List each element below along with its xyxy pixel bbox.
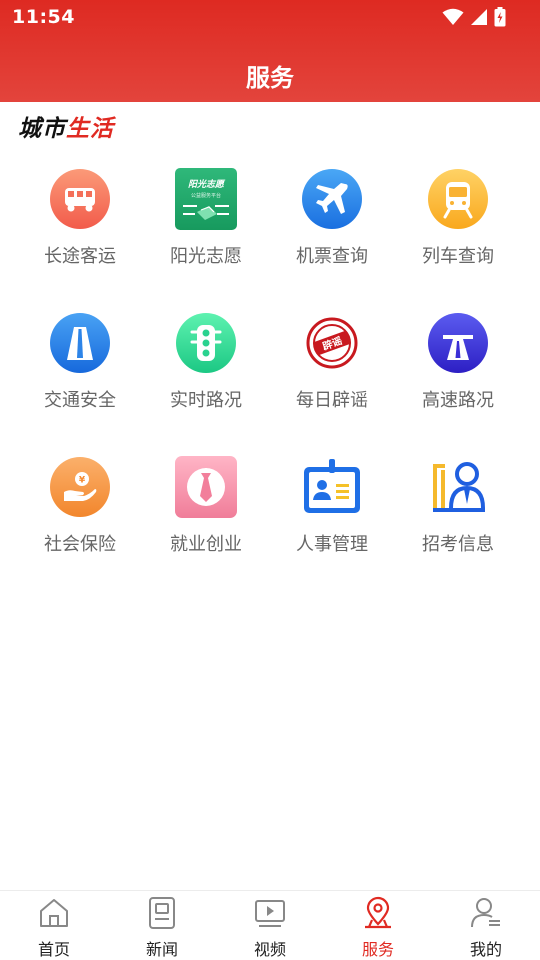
sunshine-volunteer-icon: 阳光志愿 公益服务平台 — [175, 168, 237, 230]
service-label: 高速路况 — [422, 390, 494, 411]
bus-icon — [49, 168, 111, 230]
service-label: 交通安全 — [44, 390, 116, 411]
news-icon — [144, 896, 180, 930]
nav-label: 新闻 — [145, 940, 178, 959]
service-employment[interactable]: 就业创业 — [143, 456, 269, 596]
status-icons — [442, 7, 506, 27]
signal-icon — [471, 9, 487, 25]
insurance-hand-icon: ¥ — [49, 456, 111, 518]
video-icon — [252, 896, 288, 930]
service-social-insurance[interactable]: ¥ 社会保险 — [17, 456, 143, 596]
rumor-stamp-icon: 辟谣 — [301, 312, 363, 374]
logo-part-2: 生活 — [66, 116, 114, 142]
service-label: 社会保险 — [44, 534, 116, 555]
highway-icon — [427, 312, 489, 374]
service-label: 招考信息 — [422, 534, 494, 555]
app-header: 11:54 服务 — [0, 0, 540, 102]
badge-subtitle: 公益服务平台 — [191, 192, 221, 199]
nav-home[interactable]: 首页 — [0, 891, 108, 960]
id-card-icon — [301, 456, 363, 518]
nav-service[interactable]: 服务 — [324, 891, 432, 960]
status-time: 11:54 — [12, 6, 75, 28]
service-label: 阳光志愿 — [170, 246, 242, 267]
service-label: 机票查询 — [296, 246, 368, 267]
service-flight-search[interactable]: 机票查询 — [269, 168, 395, 312]
service-label: 实时路况 — [170, 390, 242, 411]
nav-profile[interactable]: 我的 — [432, 891, 540, 960]
service-label: 每日辟谣 — [296, 390, 368, 411]
nav-video[interactable]: 视频 — [216, 891, 324, 960]
battery-icon — [494, 7, 506, 27]
traffic-light-icon — [175, 312, 237, 374]
service-train-search[interactable]: 列车查询 — [395, 168, 521, 312]
coin-text: ¥ — [79, 476, 86, 486]
service-label: 列车查询 — [422, 246, 494, 267]
nav-label: 我的 — [469, 940, 502, 959]
employment-tie-icon — [175, 456, 237, 518]
service-personnel-management[interactable]: 人事管理 — [269, 456, 395, 596]
nav-label: 视频 — [253, 940, 286, 959]
bottom-nav: 首页 新闻 视频 服务 我的 — [0, 890, 540, 960]
wifi-icon — [442, 8, 464, 25]
service-label: 就业创业 — [170, 534, 242, 555]
airplane-icon — [301, 168, 363, 230]
service-sunshine-volunteer[interactable]: 阳光志愿 公益服务平台 阳光志愿 — [143, 168, 269, 312]
page-title: 服务 — [246, 64, 294, 92]
service-label: 长途客运 — [44, 246, 116, 267]
service-label: 人事管理 — [296, 534, 368, 555]
home-icon — [36, 896, 72, 930]
service-daily-rumor-refute[interactable]: 辟谣 每日辟谣 — [269, 312, 395, 456]
service-grid: 长途客运 阳光志愿 公益服务平台 阳光志愿 机票查询 列车查询 交通安全 实时路… — [17, 168, 521, 596]
road-icon — [49, 312, 111, 374]
badge-title: 阳光志愿 — [188, 179, 226, 190]
train-icon — [427, 168, 489, 230]
service-live-traffic[interactable]: 实时路况 — [143, 312, 269, 456]
nav-news[interactable]: 新闻 — [108, 891, 216, 960]
location-service-icon — [360, 896, 396, 930]
exam-person-icon — [427, 456, 489, 518]
nav-label: 服务 — [361, 940, 394, 959]
service-highway-traffic[interactable]: 高速路况 — [395, 312, 521, 456]
service-traffic-safety[interactable]: 交通安全 — [17, 312, 143, 456]
service-exam-info[interactable]: 招考信息 — [395, 456, 521, 596]
service-long-distance-bus[interactable]: 长途客运 — [17, 168, 143, 312]
logo-part-1: 城市 — [18, 116, 66, 142]
city-life-logo: 城市 生活 — [18, 112, 114, 142]
nav-label: 首页 — [37, 940, 70, 959]
status-bar: 11:54 — [0, 0, 540, 34]
profile-icon — [468, 896, 504, 930]
